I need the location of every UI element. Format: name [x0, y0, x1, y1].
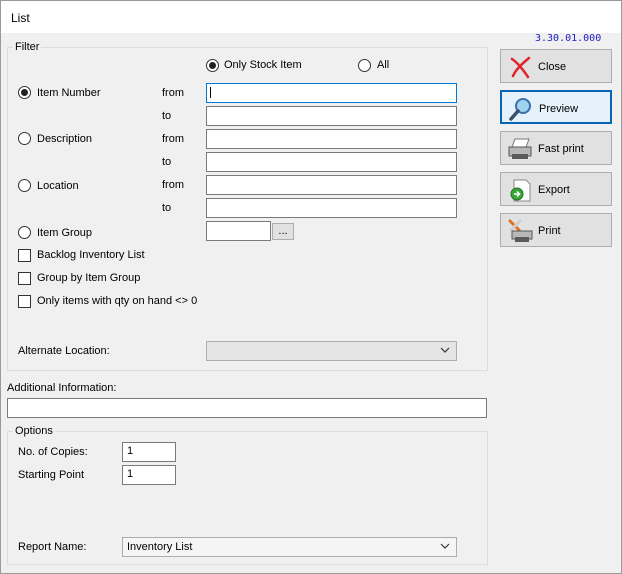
- fast-print-button[interactable]: Fast print: [500, 131, 612, 165]
- window-title: List: [11, 11, 30, 25]
- chevron-down-icon: [440, 543, 450, 549]
- copies-input[interactable]: 1: [122, 442, 176, 462]
- all-items-label[interactable]: All: [377, 59, 389, 71]
- text-caret: [210, 87, 211, 98]
- print-button-label: Print: [538, 225, 561, 237]
- item-number-from-input[interactable]: [206, 83, 457, 103]
- report-name-select[interactable]: Inventory List: [122, 537, 457, 557]
- starting-point-input[interactable]: 1: [122, 465, 176, 485]
- magnifier-icon: [509, 98, 531, 121]
- only-stock-item-label[interactable]: Only Stock Item: [224, 59, 302, 71]
- chevron-down-icon: [440, 347, 450, 353]
- export-button-label: Export: [538, 184, 570, 196]
- location-to-label: to: [162, 202, 172, 214]
- item-number-from-label: from: [162, 87, 184, 99]
- close-icon: [510, 56, 531, 79]
- location-to-input[interactable]: [206, 198, 457, 218]
- preview-button-label: Preview: [539, 103, 579, 115]
- item-number-to-label: to: [162, 110, 172, 122]
- item-group-browse-button[interactable]: ...: [272, 223, 294, 240]
- item-group-radio[interactable]: [18, 226, 31, 239]
- options-group-title: Options: [13, 425, 55, 437]
- group-by-item-group-checkbox[interactable]: [18, 272, 31, 285]
- print-button[interactable]: Print: [500, 213, 612, 247]
- report-name-label: Report Name:: [18, 541, 87, 553]
- location-radio[interactable]: [18, 179, 31, 192]
- location-label[interactable]: Location: [37, 180, 79, 192]
- additional-info-label: Additional Information:: [7, 382, 117, 394]
- description-from-label: from: [162, 133, 184, 145]
- description-from-input[interactable]: [206, 129, 457, 149]
- description-radio[interactable]: [18, 132, 31, 145]
- printer-icon: [508, 138, 532, 159]
- item-group-input[interactable]: [206, 221, 271, 241]
- description-label[interactable]: Description: [37, 133, 92, 145]
- close-button[interactable]: Close: [500, 49, 612, 83]
- group-by-item-group-label[interactable]: Group by Item Group: [37, 272, 140, 284]
- backlog-inventory-checkbox[interactable]: [18, 249, 31, 262]
- description-to-label: to: [162, 156, 172, 168]
- item-group-label[interactable]: Item Group: [37, 227, 92, 239]
- copies-value: 1: [127, 445, 134, 457]
- starting-point-label: Starting Point: [18, 469, 85, 481]
- preview-button[interactable]: Preview: [500, 90, 612, 124]
- print-settings-icon: [508, 219, 533, 242]
- alternate-location-select[interactable]: [206, 341, 457, 361]
- filter-group-title: Filter: [13, 41, 42, 53]
- qty-on-hand-checkbox[interactable]: [18, 295, 31, 308]
- list-window: List 3.30.01.000 Filter Only Stock Item …: [0, 0, 622, 574]
- location-from-input[interactable]: [206, 175, 457, 195]
- only-stock-item-radio[interactable]: [206, 59, 219, 72]
- all-items-radio[interactable]: [358, 59, 371, 72]
- additional-info-input[interactable]: [7, 398, 487, 418]
- export-icon: [510, 179, 531, 202]
- export-button[interactable]: Export: [500, 172, 612, 206]
- qty-on-hand-label[interactable]: Only items with qty on hand <> 0: [37, 295, 197, 307]
- alternate-location-label: Alternate Location:: [18, 345, 110, 357]
- item-number-radio[interactable]: [18, 86, 31, 99]
- description-to-input[interactable]: [206, 152, 457, 172]
- starting-point-value: 1: [127, 468, 134, 480]
- backlog-inventory-label[interactable]: Backlog Inventory List: [37, 249, 145, 261]
- item-number-label[interactable]: Item Number: [37, 87, 101, 99]
- version-label: 3.30.01.000: [535, 33, 602, 44]
- title-bar: List: [1, 1, 621, 33]
- report-name-value: Inventory List: [127, 541, 193, 553]
- copies-label: No. of Copies:: [18, 446, 88, 458]
- location-from-label: from: [162, 179, 184, 191]
- fast-print-button-label: Fast print: [538, 143, 584, 155]
- item-number-to-input[interactable]: [206, 106, 457, 126]
- close-button-label: Close: [538, 61, 567, 73]
